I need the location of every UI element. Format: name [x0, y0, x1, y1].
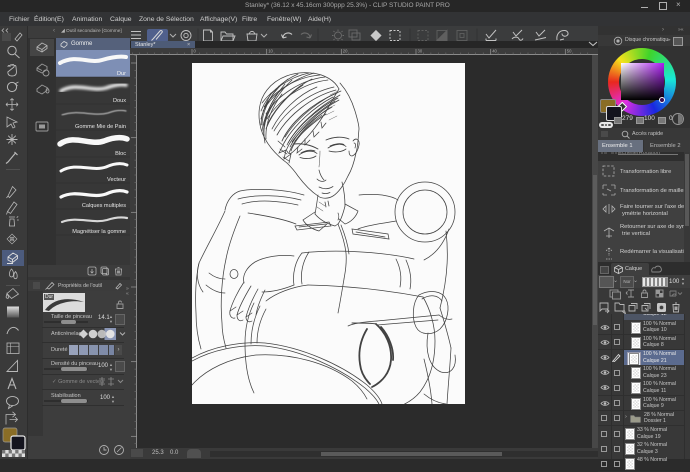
svg-text:Magnétiser la gomme: Magnétiser la gomme — [72, 229, 126, 235]
svg-text:Bloc: Bloc — [115, 151, 126, 157]
svg-text:Transformation libre: Transformation libre — [620, 169, 671, 175]
svg-text:ymétrie horizontal: ymétrie horizontal — [622, 211, 668, 217]
svg-text:0: 0 — [194, 49, 197, 54]
svg-text:Transformation de mailles: Transformation de mailles — [620, 188, 687, 194]
svg-text:Gomme Mie de Pain: Gomme Mie de Pain — [75, 124, 126, 130]
svg-text:trie vertical: trie vertical — [622, 231, 650, 237]
svg-text:Calques multiples: Calques multiples — [82, 203, 126, 209]
svg-text:10: 10 — [268, 49, 273, 54]
svg-text:30: 30 — [418, 49, 423, 54]
svg-text:50: 50 — [567, 49, 572, 54]
svg-text:Doux: Doux — [113, 98, 126, 104]
svg-text:Dur: Dur — [117, 71, 126, 77]
svg-text:40: 40 — [492, 49, 497, 54]
svg-text:Redémarrer la visualisation: Redémarrer la visualisation — [620, 249, 690, 255]
svg-text:20: 20 — [343, 49, 348, 54]
svg-text:Vecteur: Vecteur — [107, 177, 126, 183]
svg-text:Retourner sur axe de symé: Retourner sur axe de symé — [620, 224, 690, 230]
svg-text:Faire tourner sur l'axe de s: Faire tourner sur l'axe de s — [620, 204, 689, 210]
